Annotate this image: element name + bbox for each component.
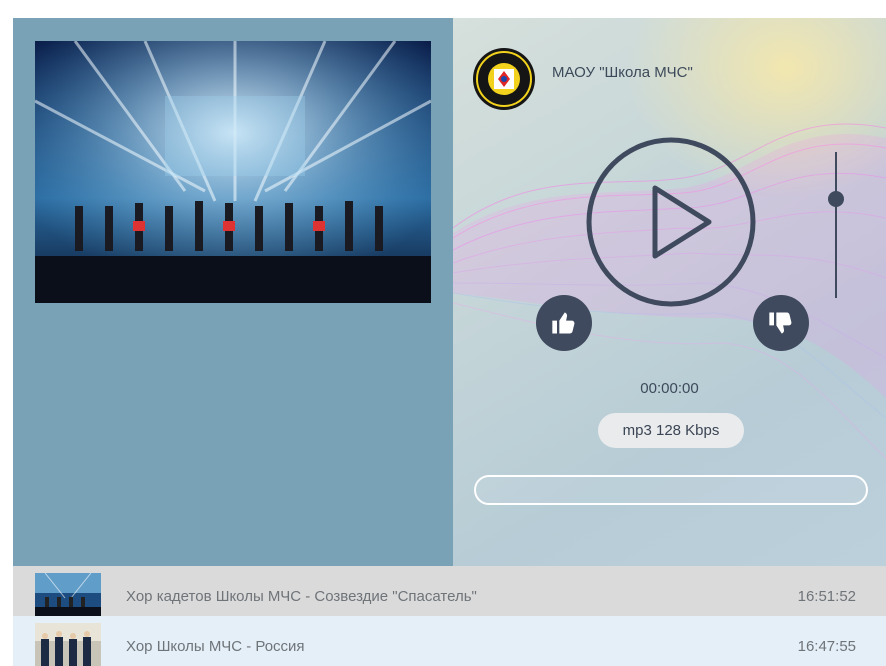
- school-emblem-icon: [473, 48, 535, 110]
- track-thumbnail: [35, 623, 101, 666]
- bitrate-selector[interactable]: mp3 128 Kbps: [598, 413, 744, 448]
- like-button[interactable]: [536, 295, 592, 351]
- playlist: Хор кадетов Школы МЧС - Созвездие "Спаса…: [13, 566, 886, 666]
- volume-slider[interactable]: [828, 152, 844, 298]
- track-time: 16:47:55: [797, 638, 856, 655]
- station-name: МАОУ "Школа МЧС": [552, 64, 693, 81]
- dislike-button[interactable]: [753, 295, 809, 351]
- cover-panel: [13, 18, 453, 566]
- track-thumbnail: [35, 573, 101, 616]
- thumbs-up-icon: [552, 312, 575, 334]
- controls-panel: МАОУ "Школа МЧС" 00:00:00 mp3 128 Kbps: [453, 18, 886, 566]
- list-item[interactable]: Хор Школы МЧС - Россия 16:47:55: [13, 616, 886, 666]
- album-cover: [35, 41, 431, 303]
- track-title: Хор Школы МЧС - Россия: [126, 638, 305, 655]
- playback-timer: 00:00:00: [640, 380, 699, 397]
- list-item[interactable]: Хор кадетов Школы МЧС - Созвездие "Спаса…: [13, 566, 886, 616]
- play-icon: [586, 137, 756, 307]
- thumbs-down-icon: [769, 312, 792, 334]
- station-logo: [472, 47, 536, 111]
- track-title: Хор кадетов Школы МЧС - Созвездие "Спаса…: [126, 588, 477, 605]
- radio-player: МАОУ "Школа МЧС" 00:00:00 mp3 128 Kbps: [13, 18, 886, 566]
- volume-knob[interactable]: [828, 191, 844, 207]
- track-time: 16:51:52: [797, 588, 856, 605]
- progress-bar[interactable]: [474, 475, 868, 505]
- play-button[interactable]: [585, 136, 757, 308]
